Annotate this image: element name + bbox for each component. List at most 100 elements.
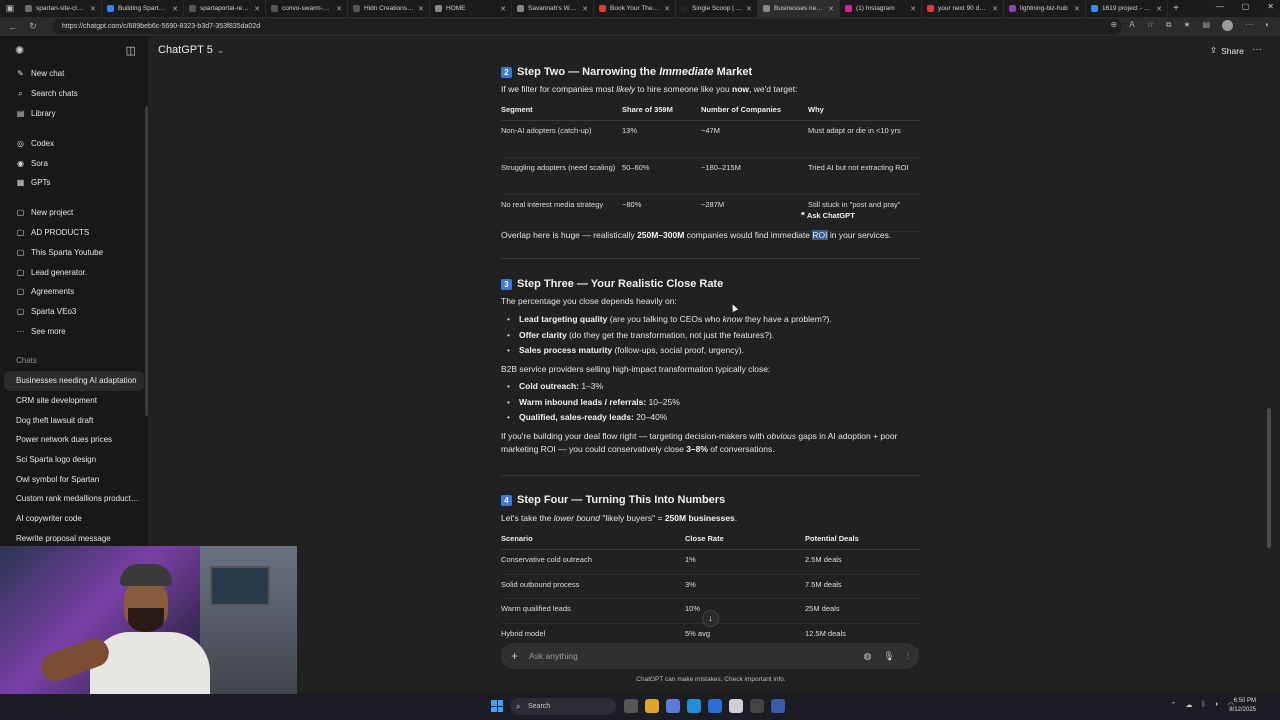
tab-close-icon[interactable]: ✕ <box>336 5 342 13</box>
taskbar-search[interactable]: ⌕ Search <box>510 698 616 715</box>
refresh-icon[interactable]: ↻ <box>28 21 38 32</box>
browser-tab[interactable]: convo-swarm-clone… ✕ <box>266 0 348 17</box>
main-scrollbar[interactable] <box>1267 408 1271 548</box>
url-field[interactable]: https://chatgpt.com/c/689beb6c-5690-8323… <box>52 19 1122 34</box>
sidebar-project-item-3[interactable]: ▢ Lead generator. <box>0 262 148 282</box>
tab-close-icon[interactable]: ✕ <box>664 5 670 13</box>
browser-tab[interactable]: spartan-site-cloner ✕ <box>20 0 102 17</box>
tab-close-icon[interactable]: ✕ <box>582 5 588 13</box>
sidebar-scrollbar[interactable] <box>145 106 148 416</box>
tab-close-icon[interactable]: ✕ <box>992 5 998 13</box>
app-icon[interactable] <box>729 699 743 713</box>
sidebar-app-item-0[interactable]: ◎ Codex <box>0 133 148 153</box>
tab-close-icon[interactable]: ✕ <box>418 5 424 13</box>
chat-history-item[interactable]: CRM site development <box>0 391 148 411</box>
prompt-input[interactable] <box>529 651 852 661</box>
tab-actions-icon[interactable]: ▣ <box>0 0 20 17</box>
app-icon[interactable] <box>771 699 785 713</box>
browser-tab[interactable]: Savannah's World ✕ <box>512 0 594 17</box>
read-aloud-icon[interactable]: A <box>1129 20 1134 31</box>
volume-icon[interactable]: ◗ <box>1215 701 1219 709</box>
task-view-icon[interactable] <box>624 699 638 713</box>
browser-tab[interactable]: spartaportal-remat… ✕ <box>184 0 266 17</box>
browser-tab[interactable]: your next 90 days… ✕ <box>922 0 1004 17</box>
chat-history-item[interactable]: AI copywriter code <box>0 509 148 529</box>
maximize-icon[interactable]: ▢ <box>1242 2 1250 11</box>
browser-tab[interactable]: Single Scoop | Loo…✕ <box>676 0 758 17</box>
ask-chatgpt-popup[interactable]: ❞ Ask ChatGPT <box>798 211 858 220</box>
tab-label: HOME <box>446 5 466 12</box>
tab-favicon-icon <box>517 5 524 12</box>
browser-tab[interactable]: Book Your The Gre… ✕ <box>594 0 676 17</box>
copilot-icon[interactable]: ◐ <box>1265 20 1270 31</box>
tab-close-icon[interactable]: ✕ <box>90 5 96 13</box>
bluetooth-icon[interactable]: ᛒ <box>1201 701 1205 709</box>
minimize-icon[interactable]: — <box>1216 2 1224 11</box>
sidebar-nav-item-2[interactable]: ▤ Library <box>0 104 148 124</box>
sidebar-project-item-0[interactable]: ▢ New project <box>0 203 148 223</box>
browser-menu-icon[interactable]: ··· <box>1245 20 1253 31</box>
close-sidebar-icon[interactable]: ◫ <box>126 44 136 57</box>
chat-history-item[interactable]: Owl symbol for Spartan <box>0 470 148 490</box>
tab-close-icon[interactable]: ✕ <box>1156 5 1162 13</box>
browser-tab[interactable]: Hidn Creations Lea… ✕ <box>348 0 430 17</box>
microphone-icon[interactable]: 🎙 <box>883 651 894 662</box>
cloud-icon[interactable]: ☁ <box>1185 701 1192 709</box>
openai-logo-icon[interactable]: ✺ <box>15 44 24 57</box>
collections-icon[interactable]: ▤ <box>1203 20 1211 31</box>
add-attachment-icon[interactable]: + <box>511 649 529 663</box>
chat-history-item[interactable]: Custom rank medallions product… <box>0 489 148 509</box>
browser-tab[interactable]: HOME ✕ <box>430 0 512 17</box>
copilot-app-icon[interactable] <box>666 699 680 713</box>
tab-close-icon[interactable]: ✕ <box>746 5 752 13</box>
browser-tab[interactable]: 1619 project - Goo…✕ <box>1086 0 1168 17</box>
sidebar-nav-item-1[interactable]: ⌕ Search chats <box>0 84 148 104</box>
bookmark-star-icon[interactable]: ☆ <box>1147 20 1154 31</box>
new-tab-button[interactable]: + <box>1168 3 1184 14</box>
tab-close-icon[interactable]: ✕ <box>172 5 178 13</box>
sidebar-project-item-6[interactable]: ··· See more <box>0 322 148 342</box>
browser-tab[interactable]: Businesses needin… ✕ <box>758 0 840 17</box>
browser-tab[interactable]: lightning-biz-hub ✕ <box>1004 0 1086 17</box>
selected-text-highlight[interactable]: ROI <box>812 230 828 240</box>
sidebar-project-item-2[interactable]: ▢ This Sparta Youtube <box>0 242 148 262</box>
tab-close-icon[interactable]: ✕ <box>254 5 260 13</box>
more-options-icon[interactable]: ··· <box>1252 44 1262 55</box>
browser-tab[interactable]: Building Sparta Cl…✕ <box>102 0 184 17</box>
scroll-down-button[interactable]: ↓ <box>702 610 719 627</box>
close-window-icon[interactable]: ✕ <box>1267 2 1274 11</box>
favorites-icon[interactable]: ★ <box>1183 20 1190 31</box>
tab-close-icon[interactable]: ✕ <box>1074 5 1080 13</box>
edge-browser-icon[interactable] <box>687 699 701 713</box>
sidebar-app-item-2[interactable]: ▦ GPTs <box>0 173 148 193</box>
chat-history-item[interactable]: Power network dues prices <box>0 430 148 450</box>
sidebar-nav-item-0[interactable]: ✎ New chat <box>0 64 148 84</box>
tools-icon[interactable]: ◍ <box>863 651 871 662</box>
chat-history-item[interactable]: Dog theft lawsuit draft <box>0 411 148 431</box>
terminal-icon[interactable] <box>750 699 764 713</box>
clock[interactable]: 6:50 PM 8/12/2025 <box>1229 697 1256 715</box>
tray-chevron-icon[interactable]: ⌃ <box>1171 701 1177 709</box>
voice-mode-icon[interactable]: ⫶ <box>907 651 909 662</box>
sidebar-app-item-1[interactable]: ◉ Sora <box>0 153 148 173</box>
tab-close-icon[interactable]: ✕ <box>910 5 916 13</box>
windows-start-icon[interactable] <box>491 700 503 712</box>
share-button[interactable]: ⇪ Share <box>1210 45 1244 56</box>
browser-tab[interactable]: (1) Instagram ✕ <box>840 0 922 17</box>
chat-history-item[interactable]: Businesses needing AI adaptation <box>4 371 144 392</box>
chat-history-item[interactable]: Sci Sparta logo design <box>0 450 148 470</box>
profile-avatar[interactable] <box>1222 20 1234 31</box>
sidebar-project-item-1[interactable]: ▢ AD PRODUCTS <box>0 223 148 243</box>
store-icon[interactable] <box>708 699 722 713</box>
zoom-icon[interactable]: ⊕ <box>1110 20 1117 31</box>
back-icon[interactable]: ← <box>8 22 18 32</box>
step-two-intro: If we filter for companies most likely t… <box>501 83 921 96</box>
sidebar-project-item-4[interactable]: ▢ Agreements <box>0 282 148 302</box>
tab-close-icon[interactable]: ✕ <box>500 5 506 13</box>
overlap-b: companies would find immediate <box>684 230 813 240</box>
sidebar-project-item-5[interactable]: ▢ Sparta VEo3 <box>0 302 148 322</box>
file-explorer-icon[interactable] <box>645 699 659 713</box>
tab-close-icon[interactable]: ✕ <box>828 5 834 13</box>
model-selector[interactable]: ChatGPT 5 ⌄ <box>158 44 224 56</box>
extensions-icon[interactable]: ⧉ <box>1166 20 1172 31</box>
